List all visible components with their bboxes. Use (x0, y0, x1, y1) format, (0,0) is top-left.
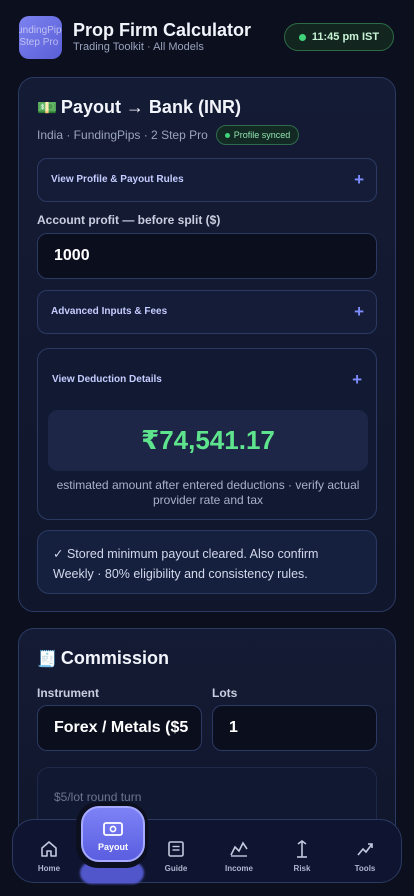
payout-title-text: Payout → Bank (INR) (60, 97, 241, 117)
expand-plus-icon: + (354, 302, 364, 321)
deduction-details-toggle[interactable]: View Deduction Details (52, 374, 162, 385)
arrows-vertical-icon (297, 840, 307, 858)
nav-guide-label: Guide (164, 864, 188, 873)
nav-home-label: Home (37, 864, 61, 873)
nav-risk[interactable]: Risk (272, 820, 332, 884)
receipt-icon: 🧾 (37, 651, 57, 668)
profit-label: Account profit — before split ($) (37, 213, 221, 227)
payout-card: 💵 Payout → Bank (INR) India · FundingPips… (18, 77, 396, 612)
logo-text-line2: 2 Step Pro (19, 37, 59, 48)
profile-rules-label: View Profile & Payout Rules (51, 174, 184, 185)
nav-income[interactable]: Income (209, 820, 269, 884)
advanced-inputs-label: Advanced Inputs & Fees (51, 306, 168, 317)
expand-plus-icon[interactable]: + (352, 370, 362, 390)
eligibility-notice: ✓ Stored minimum payout cleared. Also co… (37, 530, 377, 594)
lots-input[interactable]: 1 (212, 705, 377, 751)
bottom-nav: Home Guide Income Risk Tools (12, 819, 402, 883)
lots-label: Lots (212, 686, 238, 700)
synced-dot-icon (224, 132, 230, 138)
payout-amount: ₹74,541.17 (48, 410, 368, 471)
app-logo: FundingPips 2 Step Pro (19, 16, 62, 59)
advanced-inputs-expander[interactable]: Advanced Inputs & Fees + (37, 290, 377, 334)
instrument-select[interactable]: Forex / Metals ($5 (37, 705, 202, 751)
book-icon (168, 841, 184, 857)
profile-rules-expander[interactable]: View Profile & Payout Rules + (37, 158, 377, 202)
home-icon (41, 841, 57, 857)
nav-guide[interactable]: Guide (146, 820, 206, 884)
commission-title-text: Commission (60, 648, 169, 668)
cash-icon (103, 822, 123, 836)
trend-icon (357, 843, 373, 856)
synced-badge-text: Profile synced (233, 130, 291, 140)
profile-meta-text: India · FundingPips · 2 Step Pro (37, 128, 208, 142)
time-text: 11:45 pm IST (311, 31, 380, 43)
nav-payout-button[interactable]: Payout (81, 806, 145, 862)
instrument-label: Instrument (37, 686, 100, 700)
nav-income-label: Income (224, 864, 253, 873)
payout-card-title: 💵 Payout → Bank (INR) (37, 97, 241, 118)
app-header: FundingPips 2 Step Pro Prop Firm Calcula… (0, 0, 414, 76)
expand-plus-icon: + (354, 170, 364, 189)
nav-risk-label: Risk (293, 864, 311, 873)
status-dot-icon (298, 33, 306, 41)
commission-card-title: 🧾 Commission (37, 648, 169, 669)
app-title: Prop Firm Calculator (73, 20, 252, 40)
chart-icon (230, 841, 248, 857)
nav-home[interactable]: Home (19, 820, 79, 884)
money-icon: 💵 (37, 100, 57, 117)
logo-text-line1: FundingPips (19, 25, 62, 36)
nav-tools[interactable]: Tools (335, 820, 395, 884)
payout-amount-note: estimated amount after entered deduction… (56, 478, 360, 507)
profile-meta: India · FundingPips · 2 Step Pro Profile… (37, 125, 300, 145)
profit-input[interactable]: 1000 (37, 233, 377, 279)
app-subtitle: Trading Toolkit · All Models (73, 41, 204, 53)
time-badge: 11:45 pm IST (284, 23, 394, 51)
profile-synced-badge: Profile synced (215, 125, 300, 145)
nav-payout-label: Payout (97, 842, 128, 852)
nav-tools-label: Tools (354, 864, 376, 873)
deduction-section: View Deduction Details + ₹74,541.17 esti… (37, 348, 377, 520)
